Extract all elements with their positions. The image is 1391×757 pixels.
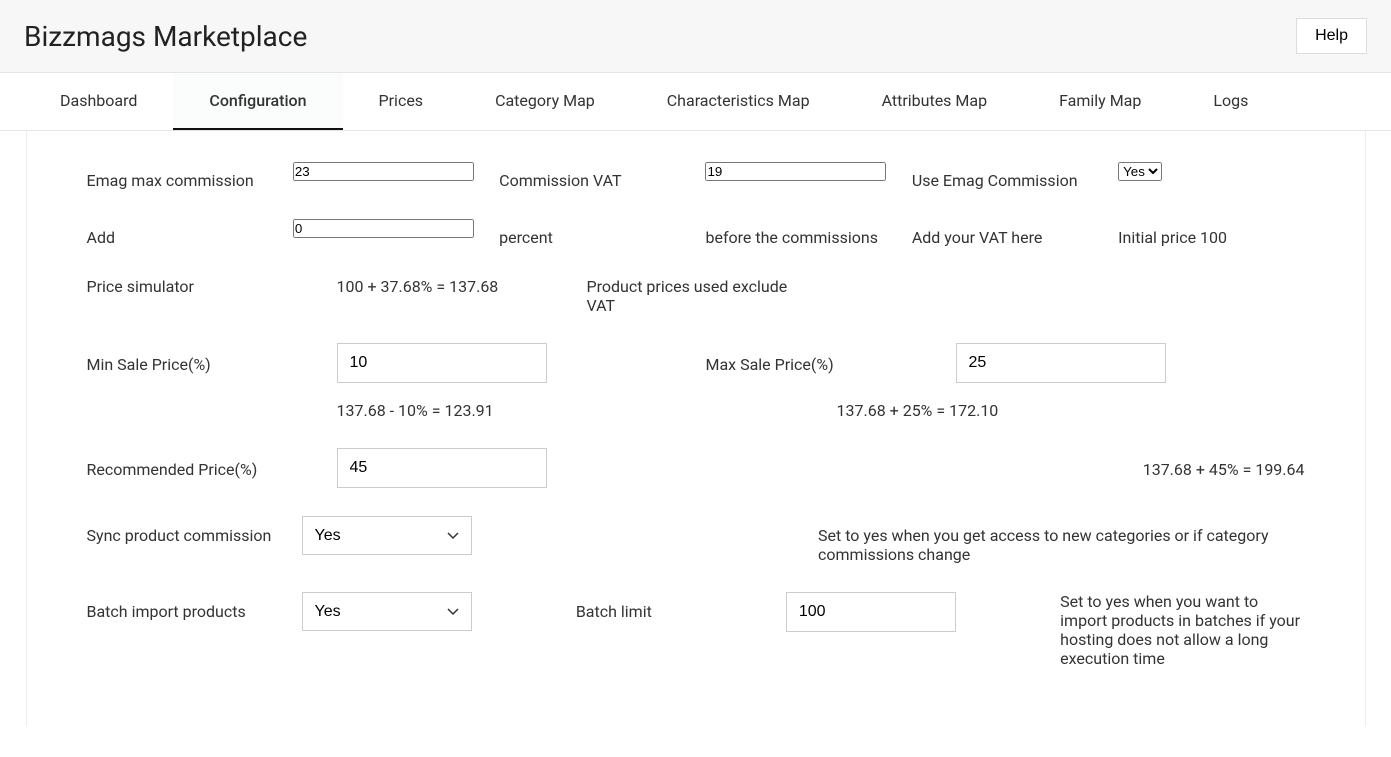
page-title: Bizzmags Marketplace [24,20,307,53]
add-label: Add [87,218,273,247]
emag-max-commission-input[interactable] [293,162,474,181]
max-sale-price-label: Max Sale Price(%) [706,343,936,374]
initial-price-label: Initial price 100 [1118,218,1304,247]
tab-configuration[interactable]: Configuration [173,73,342,130]
recommended-price-input[interactable] [337,448,547,488]
config-form: Emag max commission Commission VAT Use E… [26,131,1366,726]
min-sale-price-calc: 137.68 - 10% = 123.91 [337,401,567,420]
price-simulator-formula: 100 + 37.68% = 137.68 [337,275,567,296]
tab-characteristics-map[interactable]: Characteristics Map [631,73,846,130]
tab-prices[interactable]: Prices [343,73,460,130]
batch-import-label: Batch import products [87,592,282,621]
max-sale-price-calc: 137.68 + 25% = 172.10 [837,401,1067,420]
min-sale-price-label: Min Sale Price(%) [87,343,317,374]
commission-vat-label: Commission VAT [499,161,685,190]
batch-limit-label: Batch limit [576,592,766,621]
min-sale-price-input[interactable] [337,343,547,383]
price-simulator-label: Price simulator [87,275,317,296]
batch-import-select[interactable]: Yes [302,592,472,631]
use-emag-commission-label: Use Emag Commission [912,161,1098,190]
add-unit-label: percent [499,218,685,247]
tabs-nav: Dashboard Configuration Prices Category … [0,73,1391,131]
sync-commission-note: Set to yes when you get access to new ca… [818,516,1305,564]
help-button[interactable]: Help [1296,18,1367,54]
tab-family-map[interactable]: Family Map [1023,73,1177,130]
tab-dashboard[interactable]: Dashboard [24,73,173,130]
emag-max-commission-label: Emag max commission [87,161,273,190]
tab-attributes-map[interactable]: Attributes Map [846,73,1024,130]
tab-category-map[interactable]: Category Map [459,73,631,130]
page-header: Bizzmags Marketplace Help [0,0,1391,73]
recommended-price-label: Recommended Price(%) [87,448,317,479]
add-vat-hint: Add your VAT here [912,218,1098,247]
batch-limit-input[interactable] [786,592,956,632]
max-sale-price-input[interactable] [956,343,1166,383]
commission-vat-input[interactable] [705,162,886,181]
sync-commission-select[interactable]: Yes [302,516,472,555]
recommended-price-calc: 137.68 + 45% = 199.64 [1143,448,1305,479]
batch-import-note: Set to yes when you want to import produ… [1060,592,1304,668]
use-emag-commission-select[interactable]: Yes [1118,162,1162,181]
add-input[interactable] [293,219,474,238]
sync-commission-label: Sync product commission [87,516,282,545]
add-position-label: before the commissions [705,218,891,247]
tab-logs[interactable]: Logs [1177,73,1284,130]
price-simulator-note: Product prices used exclude VAT [587,275,807,315]
